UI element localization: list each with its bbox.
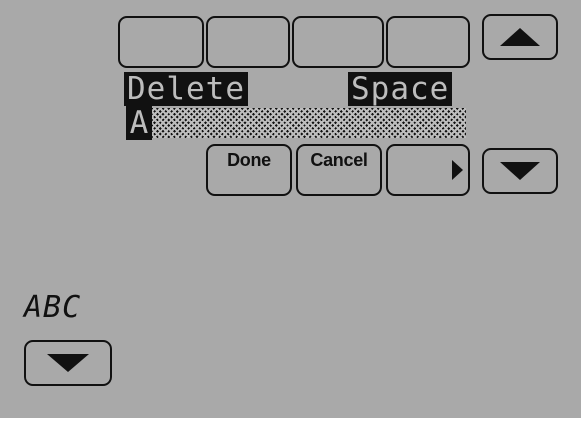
- triangle-up-icon: [500, 28, 540, 46]
- input-mode-label: ABC: [24, 290, 82, 325]
- triangle-down-icon: [500, 162, 540, 180]
- character-key-4[interactable]: [386, 16, 470, 68]
- character-key-1[interactable]: [118, 16, 204, 68]
- character-key-2[interactable]: [206, 16, 290, 68]
- text-entry-value: A: [126, 106, 152, 140]
- space-button[interactable]: Space: [348, 72, 453, 106]
- text-entry-field[interactable]: [126, 108, 466, 138]
- scroll-down-button[interactable]: [482, 148, 558, 194]
- cancel-button[interactable]: Cancel: [296, 144, 382, 196]
- scroll-up-button[interactable]: [482, 14, 558, 60]
- done-button-label: Done: [227, 150, 271, 170]
- triangle-right-icon: [452, 160, 463, 180]
- screen-bottom-edge: [0, 418, 581, 434]
- delete-button[interactable]: Delete: [124, 72, 248, 106]
- next-button[interactable]: [386, 144, 470, 196]
- character-key-3[interactable]: [292, 16, 384, 68]
- cancel-button-label: Cancel: [310, 150, 368, 170]
- triangle-down-icon: [47, 354, 89, 372]
- mode-toggle-button[interactable]: [24, 340, 112, 386]
- done-button[interactable]: Done: [206, 144, 292, 196]
